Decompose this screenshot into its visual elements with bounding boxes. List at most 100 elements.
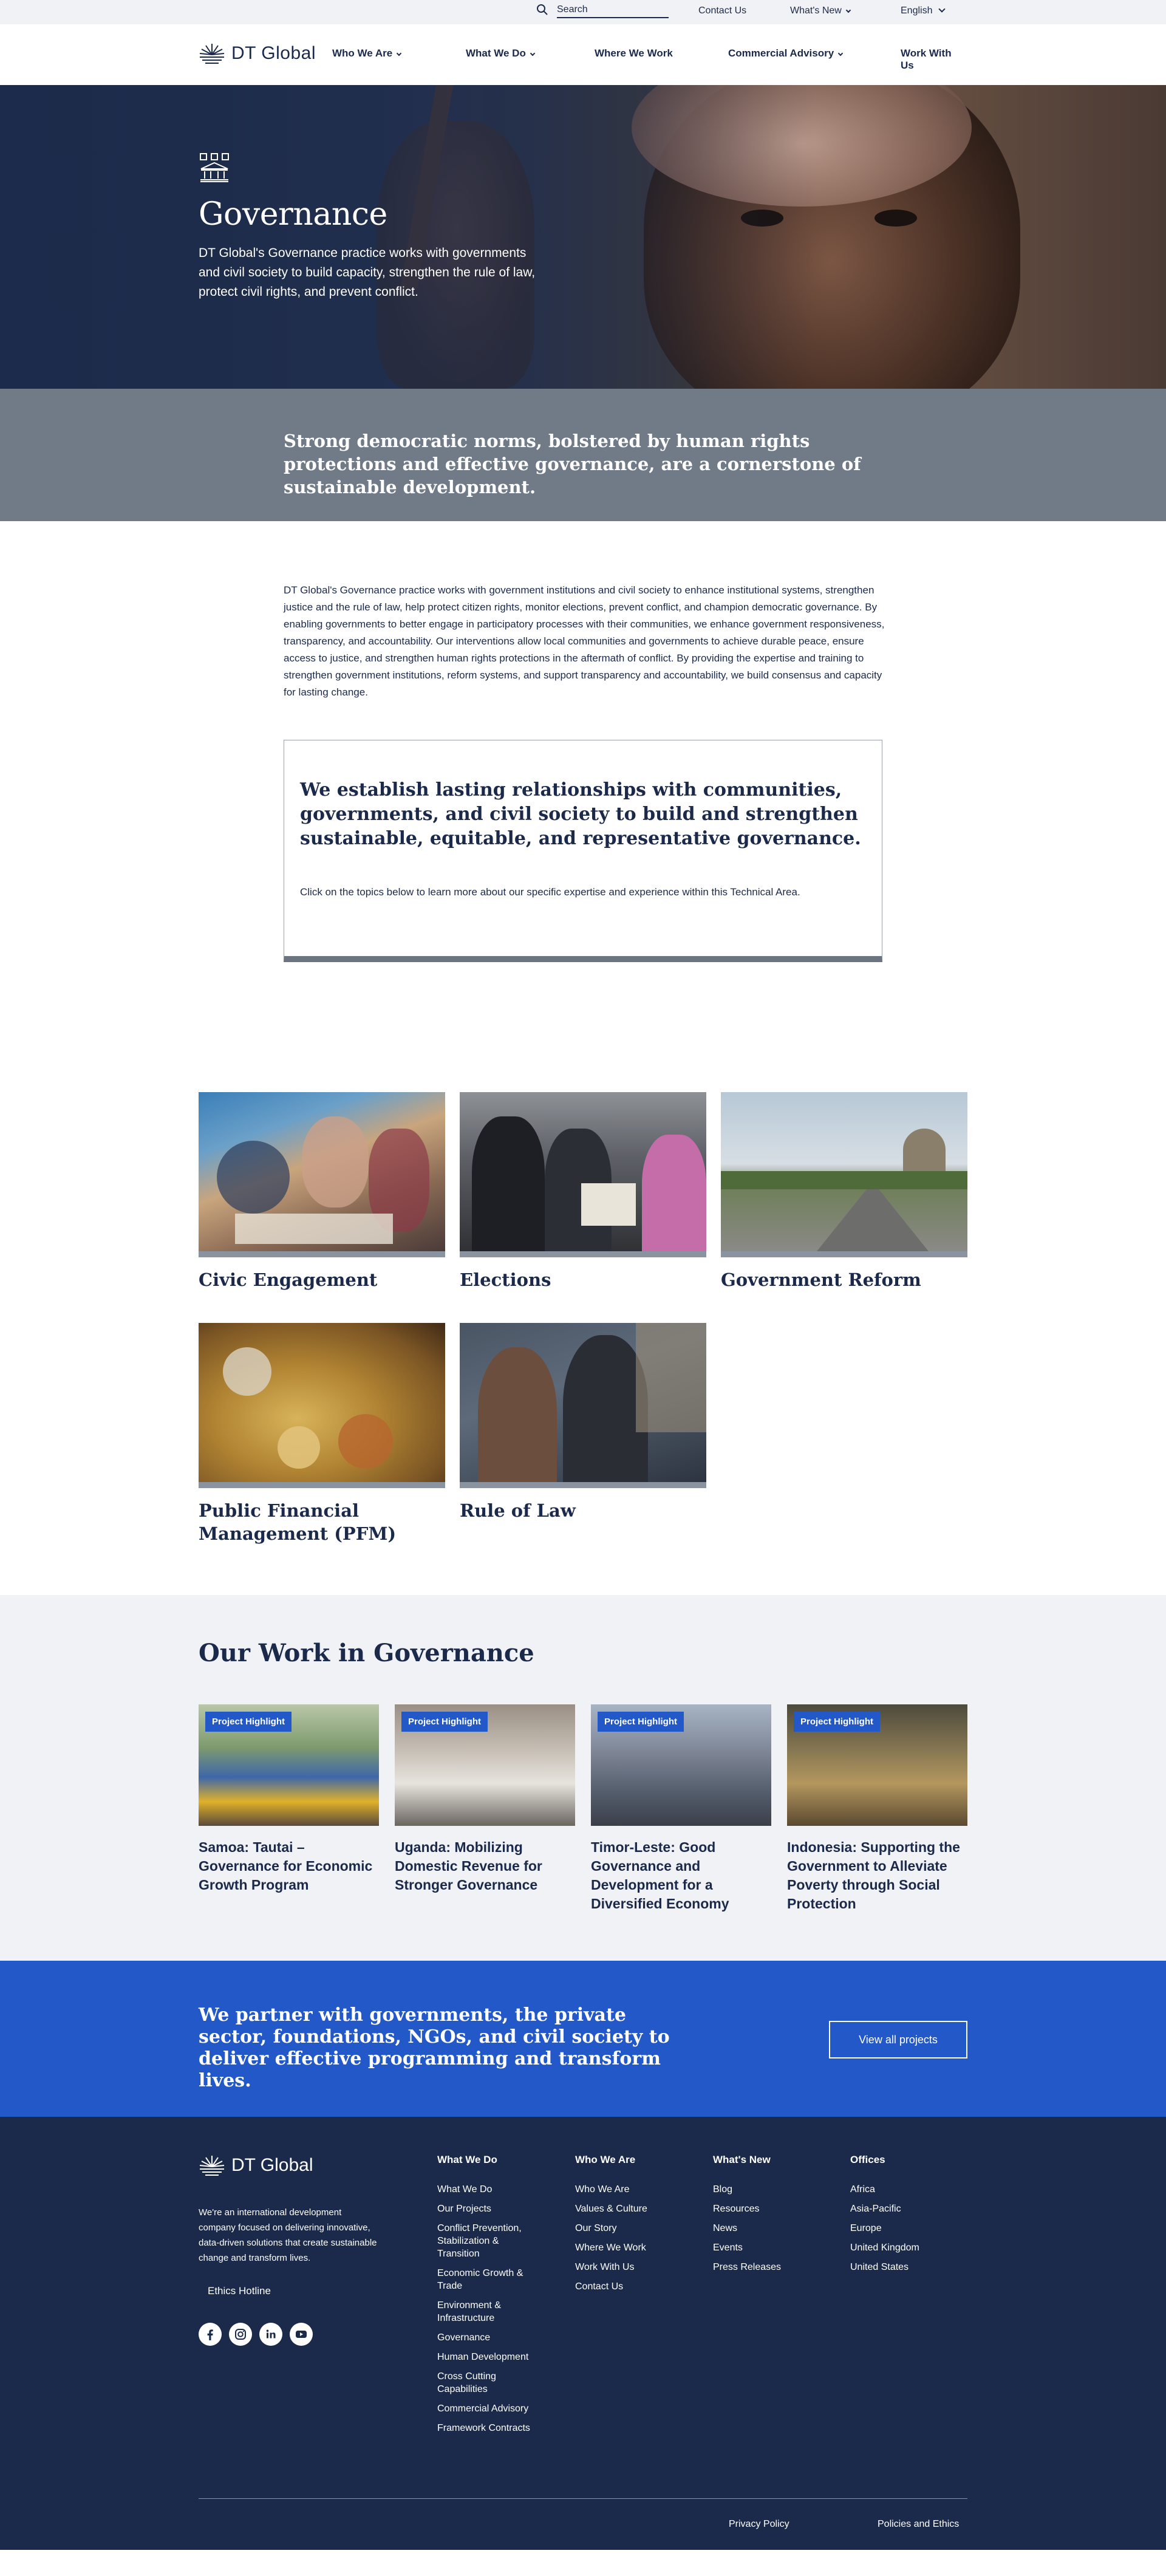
footer-link[interactable]: Framework Contracts xyxy=(437,2422,540,2434)
sunburst-logo-icon xyxy=(199,2156,225,2176)
footer-link[interactable]: Conflict Prevention, Stabilization & Tra… xyxy=(437,2222,540,2260)
topics-grid: Civic Engagement Elections Government Re… xyxy=(0,1092,1166,1595)
project-highlight-badge: Project Highlight xyxy=(205,1712,292,1732)
project-card-indonesia[interactable]: Project Highlight Indonesia: Supporting … xyxy=(787,1704,967,1913)
project-image: Project Highlight xyxy=(787,1704,967,1826)
footer-link[interactable]: Africa xyxy=(850,2183,953,2196)
footer-link[interactable]: United Kingdom xyxy=(850,2241,953,2254)
search-icon[interactable] xyxy=(536,4,548,16)
footer-link[interactable]: Our Story xyxy=(575,2222,678,2235)
cta-band: We partner with governments, the private… xyxy=(0,1961,1166,2117)
footer-link[interactable]: Cross Cutting Capabilities xyxy=(437,2370,540,2396)
topic-title: Elections xyxy=(460,1269,551,1290)
topic-card-government-reform[interactable]: Government Reform xyxy=(721,1092,967,1291)
footer-column-heading: What We Do xyxy=(437,2154,497,2165)
youtube-icon[interactable] xyxy=(290,2323,313,2346)
contact-link[interactable]: Contact Us xyxy=(698,5,746,16)
footer-link[interactable]: Resources xyxy=(713,2202,816,2215)
footer-logo[interactable]: DT Global xyxy=(199,2153,313,2178)
footer-link[interactable]: Economic Growth & Trade xyxy=(437,2267,540,2292)
language-selector[interactable]: English xyxy=(901,5,946,16)
footer-column-heading: What's New xyxy=(713,2154,771,2165)
main-nav: DT Global Who We Are What We Do Where We… xyxy=(0,24,1166,85)
footer-link[interactable]: Contact Us xyxy=(575,2280,678,2293)
project-card-timor-leste[interactable]: Project Highlight Timor-Leste: Good Gove… xyxy=(591,1704,771,1913)
project-card-uganda[interactable]: Project Highlight Uganda: Mobilizing Dom… xyxy=(395,1704,575,1894)
footer-link[interactable]: Commercial Advisory xyxy=(437,2402,540,2415)
footer-link[interactable]: Where We Work xyxy=(575,2241,678,2254)
governance-building-icon xyxy=(200,153,229,182)
topic-card-public-financial-management[interactable]: Public Financial Management (PFM) xyxy=(199,1323,445,1545)
section-title: Our Work in Governance xyxy=(199,1639,534,1667)
view-all-projects-button[interactable]: View all projects xyxy=(829,2021,967,2058)
callout-section: We establish lasting relationships with … xyxy=(0,740,1166,1092)
instagram-icon[interactable] xyxy=(229,2323,252,2346)
callout-text: Click on the topics below to learn more … xyxy=(300,886,800,898)
search-field[interactable] xyxy=(537,4,669,18)
nav-commercial-advisory[interactable]: Commercial Advisory xyxy=(728,47,844,60)
our-work-section: Our Work in Governance Project Highlight… xyxy=(0,1595,1166,1961)
nav-label: Who We Are xyxy=(332,47,393,59)
footer-link[interactable]: News xyxy=(713,2222,816,2235)
policies-ethics-link[interactable]: Policies and Ethics xyxy=(878,2519,959,2530)
intro-section: DT Global's Governance practice works wi… xyxy=(0,521,1166,740)
page-title: Governance xyxy=(199,196,387,233)
footer-link[interactable]: Asia-Pacific xyxy=(850,2202,953,2215)
topic-card-elections[interactable]: Elections xyxy=(460,1092,706,1291)
nav-what-we-do[interactable]: What We Do xyxy=(466,47,536,60)
footer-link[interactable]: Events xyxy=(713,2241,816,2254)
topic-image xyxy=(199,1323,445,1488)
chevron-down-icon xyxy=(845,7,851,13)
topic-image xyxy=(199,1092,445,1257)
whats-new-menu[interactable]: What's New xyxy=(790,5,851,16)
footer-link[interactable]: Our Projects xyxy=(437,2202,540,2215)
logo-text: DT Global xyxy=(231,43,316,63)
project-image: Project Highlight xyxy=(199,1704,379,1826)
project-title: Indonesia: Supporting the Government to … xyxy=(787,1839,960,1912)
topic-image xyxy=(460,1323,706,1488)
footer-link[interactable]: Press Releases xyxy=(713,2261,816,2274)
linkedin-icon[interactable] xyxy=(259,2323,282,2346)
footer-description: We're an international development compa… xyxy=(199,2207,377,2263)
search-input[interactable] xyxy=(557,4,669,16)
nav-label: Commercial Advisory xyxy=(728,47,834,59)
project-card-samoa[interactable]: Project Highlight Samoa: Tautai – Govern… xyxy=(199,1704,379,1894)
nav-who-we-are[interactable]: Who We Are xyxy=(332,47,402,60)
privacy-policy-link[interactable]: Privacy Policy xyxy=(729,2519,789,2530)
language-label: English xyxy=(901,5,933,16)
quote-band: Strong democratic norms, bolstered by hu… xyxy=(0,389,1166,521)
footer-column-what-we-do: What We Do What We Do Our Projects Confl… xyxy=(437,2154,540,2441)
nav-label: Work With Us xyxy=(901,47,952,71)
facebook-icon[interactable] xyxy=(199,2323,222,2346)
topic-title: Rule of Law xyxy=(460,1500,576,1521)
nav-where-we-work[interactable]: Where We Work xyxy=(595,47,673,60)
sunburst-logo-icon xyxy=(199,44,225,64)
footer-link[interactable]: Who We Are xyxy=(575,2183,678,2196)
footer-link[interactable]: Governance xyxy=(437,2331,540,2344)
chevron-down-icon xyxy=(938,5,946,13)
hero-banner: Governance DT Global's Governance practi… xyxy=(0,85,1166,389)
topic-card-civic-engagement[interactable]: Civic Engagement xyxy=(199,1092,445,1291)
footer-link[interactable]: Human Development xyxy=(437,2351,540,2363)
footer-link[interactable]: Environment & Infrastructure xyxy=(437,2299,540,2325)
callout-box: We establish lasting relationships with … xyxy=(284,740,882,962)
footer-column-who-we-are: Who We Are Who We Are Values & Culture O… xyxy=(575,2154,678,2300)
project-highlight-badge: Project Highlight xyxy=(598,1712,684,1732)
footer-link[interactable]: Blog xyxy=(713,2183,816,2196)
topic-title: Civic Engagement xyxy=(199,1269,378,1290)
nav-work-with-us[interactable]: Work With Us xyxy=(901,47,967,72)
ethics-hotline-link[interactable]: Ethics Hotline xyxy=(208,2285,271,2297)
topic-title: Government Reform xyxy=(721,1269,921,1290)
topic-image xyxy=(721,1092,967,1257)
footer-link[interactable]: United States xyxy=(850,2261,953,2274)
footer-link[interactable]: What We Do xyxy=(437,2183,540,2196)
footer-link[interactable]: Values & Culture xyxy=(575,2202,678,2215)
footer-link[interactable]: Europe xyxy=(850,2222,953,2235)
site-logo[interactable]: DT Global xyxy=(199,41,316,66)
project-highlight-badge: Project Highlight xyxy=(401,1712,488,1732)
topic-card-rule-of-law[interactable]: Rule of Law xyxy=(460,1323,706,1522)
footer-link[interactable]: Work With Us xyxy=(575,2261,678,2274)
project-title: Timor-Leste: Good Governance and Develop… xyxy=(591,1839,729,1912)
callout-heading: We establish lasting relationships with … xyxy=(300,779,861,849)
footer-column-heading: Who We Are xyxy=(575,2154,636,2165)
